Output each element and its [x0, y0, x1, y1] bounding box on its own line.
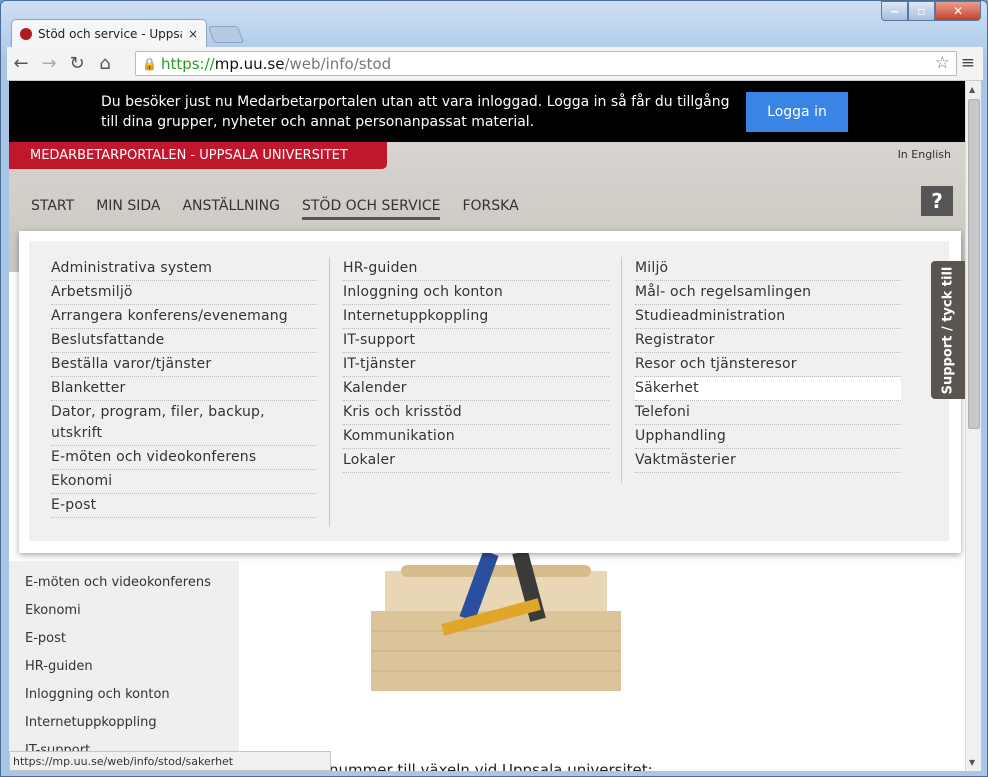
menu-link[interactable]: Administrativa system: [51, 257, 317, 281]
page-viewport: Du besöker just nu Medarbetarportalen ut…: [9, 81, 965, 771]
menu-link[interactable]: Beställa varor/tjänster: [51, 353, 317, 377]
url-scheme: https://: [160, 54, 215, 73]
tab-title: Stöd och service - Uppsala: [38, 26, 182, 41]
scrollbar-thumb[interactable]: [968, 99, 980, 429]
status-bar: https://mp.uu.se/web/info/stod/sakerhet: [9, 751, 331, 771]
nav-forska[interactable]: FORSKA: [462, 198, 518, 220]
scroll-up-icon[interactable]: ▲: [969, 85, 975, 94]
nav-stod-och-service[interactable]: STÖD OCH SERVICE: [301, 198, 441, 220]
support-tab-label: Support / tyck till: [940, 266, 956, 394]
sidebar-nav: E-möten och videokonferens Ekonomi E-pos…: [9, 561, 239, 771]
menu-link[interactable]: Registrator: [635, 329, 901, 353]
home-icon[interactable]: ⌂: [91, 53, 119, 74]
menu-link[interactable]: Ekonomi: [51, 470, 317, 494]
url-path: /web/info/stod: [284, 54, 392, 73]
menu-link[interactable]: Resor och tjänsteresor: [635, 353, 901, 377]
browser-window: ‒ ▫ ✕ Stöd och service - Uppsala × ← → ↻…: [0, 0, 988, 777]
menu-link[interactable]: Vaktmästerier: [635, 449, 901, 473]
scroll-down-icon[interactable]: ▼: [969, 758, 975, 767]
menu-link[interactable]: Inloggning och konton: [343, 281, 609, 305]
browser-menu-icon[interactable]: ≡: [961, 53, 975, 73]
menu-link[interactable]: Mål- och regelsamlingen: [635, 281, 901, 305]
url-host: mp.uu.se: [214, 54, 285, 73]
help-button[interactable]: ?: [921, 186, 953, 216]
menu-link[interactable]: Kris och krisstöd: [343, 401, 609, 425]
sidebar-item[interactable]: HR-guiden: [25, 659, 93, 674]
mega-menu-column-1: Administrativa system Arbetsmiljö Arrang…: [51, 257, 317, 518]
menu-link[interactable]: E-post: [51, 494, 317, 518]
menu-link[interactable]: Kalender: [343, 377, 609, 401]
main-nav: START MIN SIDA ANSTÄLLNING STÖD OCH SERV…: [31, 198, 519, 220]
window-controls: ‒ ▫ ✕: [881, 1, 981, 21]
lock-icon: 🔒: [142, 56, 157, 71]
sidebar-item[interactable]: E-möten och videokonferens: [25, 575, 211, 590]
menu-link[interactable]: Blanketter: [51, 377, 317, 401]
minimize-button[interactable]: ‒: [881, 1, 908, 21]
address-bar[interactable]: 🔒 https:// mp.uu.se /web/info/stod ☆: [135, 51, 957, 76]
page-body-text: nummer till växeln vid Uppsala universit…: [329, 761, 653, 771]
sidebar-item[interactable]: Inloggning och konton: [25, 687, 170, 702]
support-feedback-tab[interactable]: Support / tyck till: [931, 261, 965, 399]
menu-link[interactable]: Lokaler: [343, 449, 609, 473]
menu-link[interactable]: Internetuppkoppling: [343, 305, 609, 329]
menu-link[interactable]: HR-guiden: [343, 257, 609, 281]
mega-menu-column-3: Miljö Mål- och regelsamlingen Studieadmi…: [635, 257, 901, 473]
menu-link[interactable]: Telefoni: [635, 401, 901, 425]
sidebar-item[interactable]: Internetuppkoppling: [25, 715, 157, 730]
site-brand[interactable]: MEDARBETARPORTALEN - UPPSALA UNIVERSITET: [9, 142, 387, 169]
login-banner: Du besöker just nu Medarbetarportalen ut…: [9, 81, 965, 142]
browser-tab[interactable]: Stöd och service - Uppsala ×: [11, 19, 207, 47]
menu-link[interactable]: IT-tjänster: [343, 353, 609, 377]
sidebar-item[interactable]: Ekonomi: [25, 603, 81, 618]
vertical-scrollbar[interactable]: ▲ ▼: [965, 81, 981, 771]
nav-min-sida[interactable]: MIN SIDA: [96, 198, 160, 220]
menu-link[interactable]: E-möten och videokonferens: [51, 446, 317, 470]
menu-link[interactable]: Arrangera konferens/evenemang: [51, 305, 317, 329]
nav-start[interactable]: START: [31, 198, 74, 220]
uu-favicon-icon: [20, 27, 32, 40]
login-banner-message: Du besöker just nu Medarbetarportalen ut…: [101, 94, 730, 130]
menu-link[interactable]: Kommunikation: [343, 425, 609, 449]
mega-menu-column-2: HR-guiden Inloggning och konton Internet…: [343, 257, 609, 473]
login-button[interactable]: Logga in: [746, 92, 848, 132]
close-window-button[interactable]: ✕: [935, 1, 981, 21]
column-divider: [621, 257, 622, 483]
menu-link[interactable]: Miljö: [635, 257, 901, 281]
english-link[interactable]: In English: [898, 148, 951, 161]
menu-link[interactable]: Dator, program, filer, backup, utskrift: [51, 401, 317, 446]
sidebar-item[interactable]: E-post: [25, 631, 66, 646]
bookmark-star-icon[interactable]: ☆: [935, 53, 950, 73]
mega-menu-panel: Administrativa system Arbetsmiljö Arrang…: [29, 241, 949, 541]
maximize-button[interactable]: ▫: [908, 1, 935, 21]
menu-link[interactable]: Upphandling: [635, 425, 901, 449]
tab-close-icon[interactable]: ×: [188, 27, 198, 41]
browser-toolbar: ← → ↻ ⌂ 🔒 https:// mp.uu.se /web/info/st…: [7, 47, 983, 81]
toolbox-image: [371, 551, 621, 691]
new-tab-button[interactable]: [207, 26, 245, 43]
nav-anstallning[interactable]: ANSTÄLLNING: [182, 198, 280, 220]
column-divider: [329, 257, 330, 527]
menu-link-hovered[interactable]: Säkerhet: [635, 377, 901, 401]
menu-link[interactable]: IT-support: [343, 329, 609, 353]
menu-link[interactable]: Arbetsmiljö: [51, 281, 317, 305]
forward-icon[interactable]: →: [35, 53, 63, 74]
menu-link[interactable]: Beslutsfattande: [51, 329, 317, 353]
back-icon[interactable]: ←: [7, 53, 35, 74]
menu-link[interactable]: Studieadministration: [635, 305, 901, 329]
reload-icon[interactable]: ↻: [63, 53, 91, 74]
mega-menu-dropdown: Administrativa system Arbetsmiljö Arrang…: [19, 231, 961, 553]
